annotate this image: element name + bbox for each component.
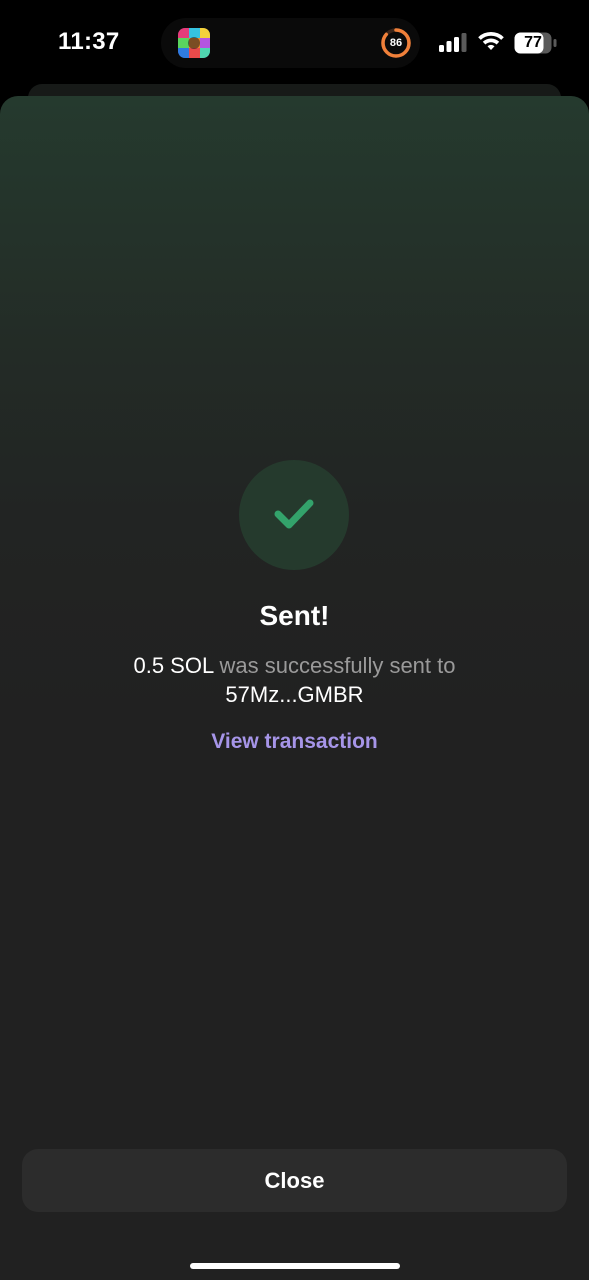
status-time: 11:37 <box>58 28 120 55</box>
status-bar: 11:37 86 77 <box>0 0 589 88</box>
success-badge <box>239 460 349 570</box>
cellular-signal-icon <box>438 32 468 54</box>
activity-ring-icon: 86 <box>380 27 412 59</box>
screen: 11:37 86 77 Sent! 0.5 SOL was successful… <box>0 0 589 1280</box>
close-button[interactable]: Close <box>22 1149 567 1212</box>
recipient-address: 57Mz...GMBR <box>225 682 364 707</box>
success-message: 0.5 SOL was successfully sent to 57Mz...… <box>60 651 529 709</box>
checkmark-icon <box>274 499 314 529</box>
wifi-icon <box>477 31 505 53</box>
home-indicator[interactable] <box>190 1263 400 1269</box>
success-title: Sent! <box>259 600 330 631</box>
battery-icon: 77 <box>514 32 558 54</box>
view-transaction-link[interactable]: View transaction <box>0 730 589 754</box>
sent-amount: 0.5 SOL <box>133 653 214 678</box>
ring-value: 86 <box>389 37 403 49</box>
dynamic-island[interactable]: 86 <box>161 18 420 68</box>
success-sheet: Sent! 0.5 SOL was successfully sent to 5… <box>0 96 589 1280</box>
app-thumbnail-icon <box>178 28 210 58</box>
battery-level: 77 <box>524 34 542 51</box>
message-text: was successfully sent to <box>213 653 456 678</box>
